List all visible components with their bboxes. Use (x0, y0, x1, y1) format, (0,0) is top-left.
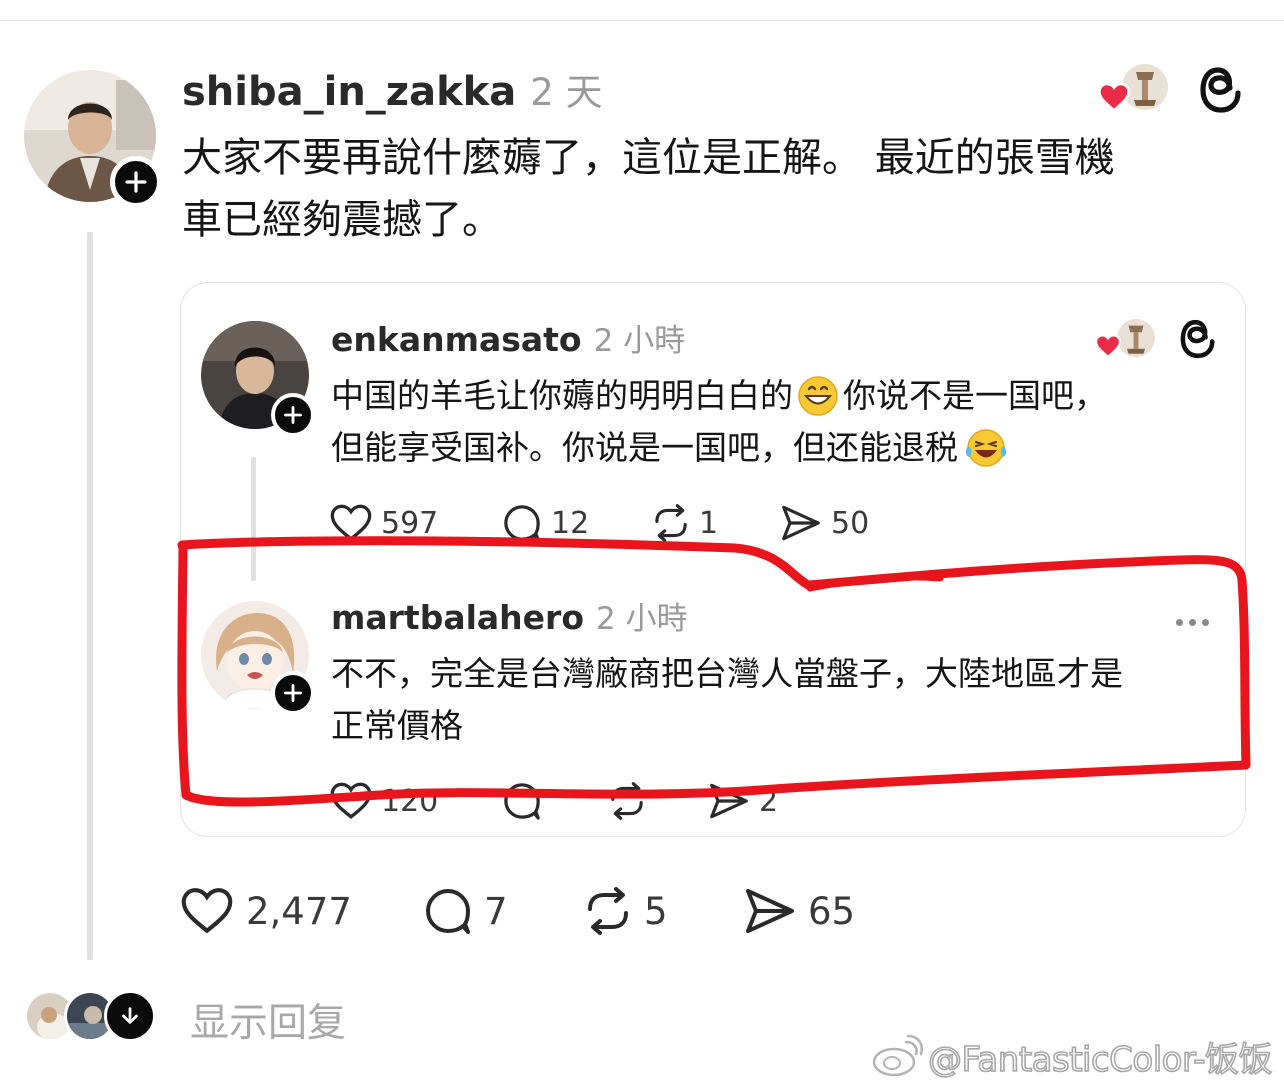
martbalahero-share-count: 2 (759, 783, 779, 819)
comment-icon (504, 505, 540, 542)
enkanmasato-share-count: 50 (831, 505, 870, 541)
follow-martbalahero-button[interactable] (271, 671, 315, 715)
post-time: 2 天 (530, 71, 603, 114)
post-share-count: 65 (808, 889, 856, 933)
enkanmasato-repost-stat[interactable]: 1 (649, 501, 718, 545)
post-comment-count: 7 (484, 889, 508, 933)
enkanmasato-repost-count: 1 (699, 505, 719, 541)
liked-by-badge[interactable] (1098, 64, 1172, 116)
post-repost-stat[interactable]: 5 (580, 882, 668, 940)
martbalahero-share-stat[interactable]: 2 (707, 779, 778, 823)
quoted-liker-avatar (1117, 319, 1155, 357)
post-header: shiba_in_zakka 2 天 (182, 62, 603, 118)
post-like-stat[interactable]: 2,477 (180, 882, 352, 940)
laughing-tears-emoji-icon (965, 429, 1007, 467)
martbalahero-like-count: 120 (381, 783, 439, 819)
author-username[interactable]: shiba_in_zakka (182, 69, 516, 115)
martbalahero-header: martbalahero 2 小時 (331, 593, 688, 637)
follow-enkanmasato-button[interactable] (271, 393, 315, 437)
repost-icon (588, 887, 628, 935)
heart-icon (1095, 334, 1121, 358)
martbalahero-like-stat[interactable]: 120 (329, 779, 438, 823)
martbalahero-repost-stat[interactable] (605, 779, 649, 823)
martbalahero-time: 2 小時 (596, 601, 688, 637)
martbalahero-comment-stat[interactable] (501, 779, 543, 823)
enkanmasato-time: 2 小時 (593, 323, 686, 359)
post-share-stat[interactable]: 65 (742, 882, 855, 940)
comment-icon (426, 889, 470, 934)
enkanmasato-body-line-2: 但能享受国补。你说是一国吧，但还能退税 (331, 425, 1008, 471)
enkanmasato-text-b: 你说不是一国吧， (843, 376, 1107, 415)
martbalahero-username[interactable]: martbalahero (331, 598, 584, 637)
repost-icon (655, 504, 687, 542)
post-like-count: 2,477 (246, 889, 352, 933)
follow-button[interactable] (110, 156, 162, 208)
heart-icon (181, 888, 233, 934)
quoted-thread-line (251, 457, 256, 581)
watermark-text: @FantasticColor-饭饭 (927, 1039, 1273, 1081)
grinning-emoji-icon (798, 376, 838, 416)
post-repost-count: 5 (644, 889, 668, 933)
expand-replies-button[interactable] (104, 990, 156, 1042)
share-icon (782, 505, 820, 541)
repost-icon (611, 782, 643, 820)
post-comment-stat[interactable]: 7 (422, 882, 508, 940)
weibo-icon (872, 1034, 923, 1077)
martbalahero-body-line-1: 不不，完全是台灣廠商把台灣人當盤子，大陸地區才是 (331, 654, 1123, 693)
enkanmasato-text-c: 但能享受国补。你说是一国吧，但还能退税 (331, 428, 958, 467)
enkanmasato-username[interactable]: enkanmasato (331, 320, 582, 359)
heart-icon (330, 504, 372, 541)
enkanmasato-header: enkanmasato 2 小時 (331, 315, 685, 359)
more-icon[interactable] (1173, 611, 1212, 630)
show-replies-row[interactable]: 显示回复 (24, 990, 384, 1046)
show-replies-label[interactable]: 显示回复 (190, 992, 346, 1048)
enkanmasato-like-count: 597 (381, 505, 439, 541)
quoted-post-card[interactable]: enkanmasato 2 小時 中国的羊毛让你薅的明明白白的 你说不是一国吧，… (180, 282, 1246, 837)
enkanmasato-body-line-1: 中国的羊毛让你薅的明明白白的 你说不是一国吧， (331, 373, 1107, 419)
post-body-line-2: 車已經夠震撼了。 (182, 197, 502, 243)
post-body-line-1: 大家不要再說什麼薅了，這位是正解。 最近的張雪機 (182, 135, 1115, 181)
enkanmasato-text-a: 中国的羊毛让你薅的明明白白的 (331, 376, 793, 415)
comment-icon (504, 783, 540, 820)
threads-logo-icon[interactable] (1196, 64, 1246, 116)
share-icon (710, 783, 748, 819)
enkanmasato-comment-stat[interactable]: 12 (501, 501, 589, 545)
down-arrow-icon (122, 1007, 138, 1024)
top-divider (0, 20, 1284, 21)
plus-icon (284, 406, 302, 424)
quoted-threads-logo-icon[interactable] (1177, 317, 1219, 361)
heart-icon (330, 782, 372, 819)
heart-icon (1098, 82, 1130, 112)
plus-icon (284, 684, 302, 702)
enkanmasato-share-stat[interactable]: 50 (779, 501, 869, 545)
enkanmasato-like-stat[interactable]: 597 (329, 501, 438, 545)
thread-line (87, 232, 93, 960)
quoted-liked-by-badge[interactable] (1095, 319, 1157, 361)
martbalahero-body-line-2: 正常價格 (331, 706, 463, 745)
share-icon (746, 889, 794, 933)
plus-icon (125, 171, 147, 193)
enkanmasato-comment-count: 12 (551, 505, 590, 541)
watermark: @FantasticColor-饭饭 (870, 1030, 1273, 1082)
